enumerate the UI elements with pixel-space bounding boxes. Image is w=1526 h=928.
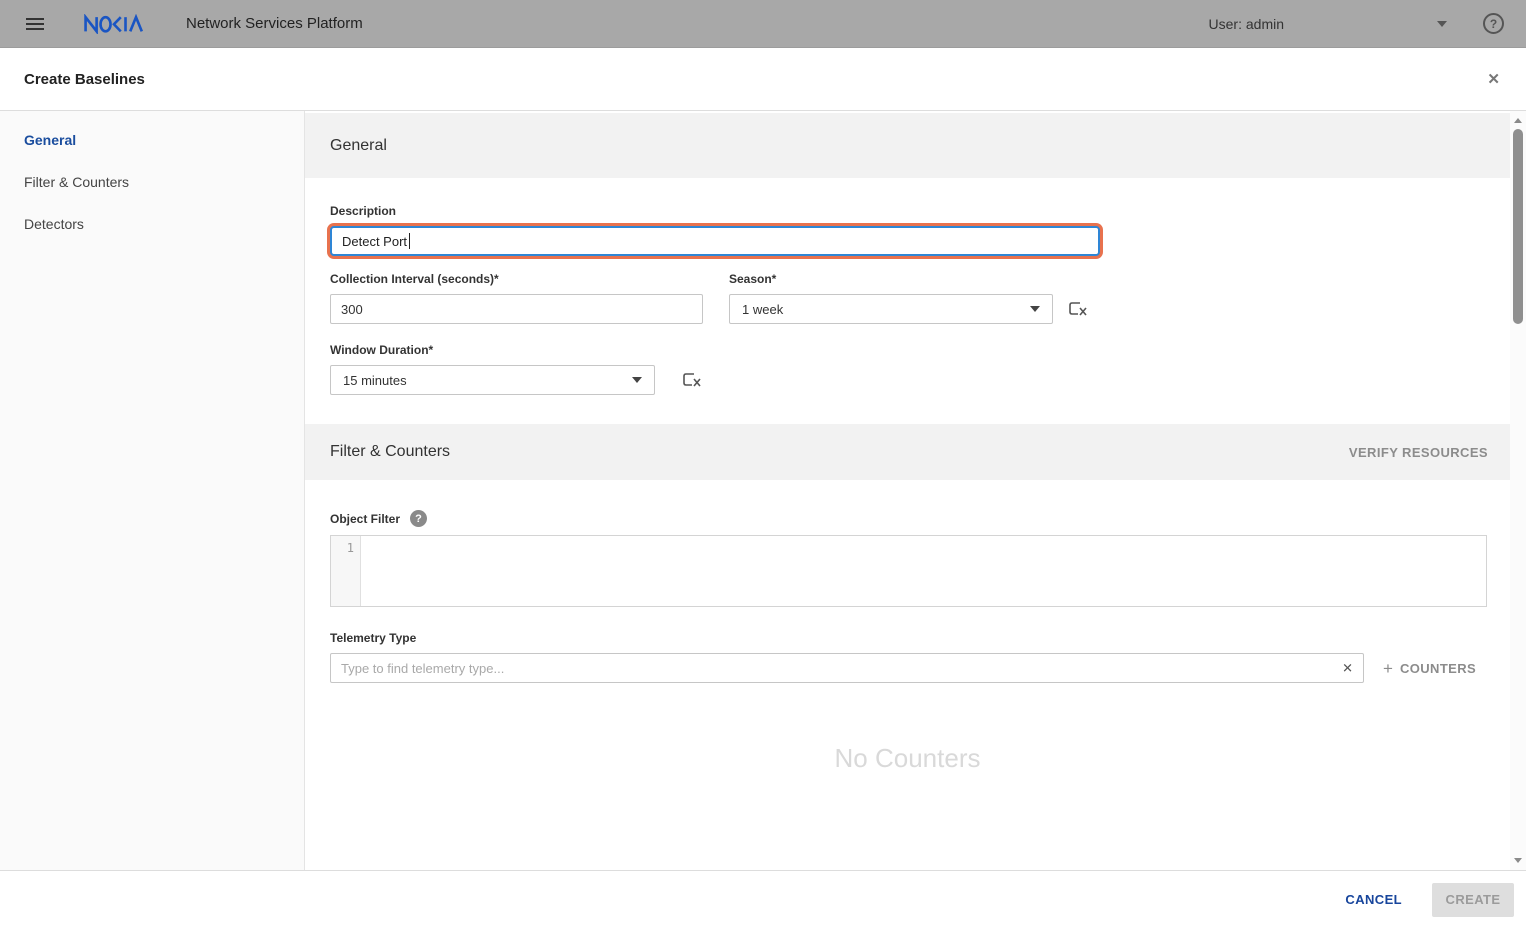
dialog-header: Create Baselines ✕ <box>0 48 1526 110</box>
chevron-down-icon <box>1030 306 1040 312</box>
dialog-sidebar: General Filter & Counters Detectors <box>0 111 305 870</box>
dialog-footer: CANCEL CREATE <box>0 870 1526 928</box>
object-filter-group: Object Filter ? 1 <box>330 510 1485 607</box>
object-filter-editor: 1 <box>330 535 1487 607</box>
dialog-content: General Description Detect Port Collecti… <box>305 111 1510 870</box>
general-section-header: General <box>305 113 1510 178</box>
window-duration-label: Window Duration* <box>330 343 1485 357</box>
clear-season-icon[interactable] <box>1067 300 1089 318</box>
top-bar: Network Services Platform User: admin ? <box>0 0 1526 48</box>
nokia-logo <box>84 14 146 34</box>
clear-telemetry-icon[interactable]: ✕ <box>1342 662 1353 675</box>
cancel-button[interactable]: CANCEL <box>1345 892 1402 907</box>
telemetry-type-label: Telemetry Type <box>330 631 1485 645</box>
hamburger-menu-icon[interactable] <box>26 15 44 33</box>
window-duration-select[interactable]: 15 minutes <box>330 365 655 395</box>
description-label: Description <box>330 204 1485 218</box>
add-counters-label: COUNTERS <box>1400 661 1476 676</box>
season-select[interactable]: 1 week <box>729 294 1053 324</box>
window-duration-value: 15 minutes <box>343 373 407 388</box>
sidebar-item-filter-counters[interactable]: Filter & Counters <box>0 161 304 203</box>
app-title: Network Services Platform <box>186 15 363 32</box>
season-group: Season* 1 week <box>729 272 1089 324</box>
chevron-down-icon <box>632 377 642 383</box>
dialog-title: Create Baselines <box>24 71 145 88</box>
filter-counters-section-header: Filter & Counters VERIFY RESOURCES <box>305 424 1510 480</box>
telemetry-type-input[interactable] <box>330 653 1364 683</box>
collection-interval-label: Collection Interval (seconds)* <box>330 272 703 286</box>
no-counters-empty-state: No Counters <box>330 743 1485 774</box>
editor-line-number: 1 <box>331 536 361 606</box>
text-caret <box>409 233 410 249</box>
create-button[interactable]: CREATE <box>1432 883 1514 917</box>
vertical-scrollbar[interactable] <box>1510 111 1526 870</box>
filter-counters-section-title: Filter & Counters <box>330 443 450 461</box>
scrollbar-thumb[interactable] <box>1513 129 1523 324</box>
add-counters-button[interactable]: + COUNTERS <box>1383 660 1476 677</box>
telemetry-type-group: Telemetry Type ✕ + COUNTERS <box>330 631 1485 683</box>
window-duration-group: Window Duration* 15 minutes <box>330 343 1485 395</box>
description-input[interactable]: Detect Port <box>330 226 1100 256</box>
object-filter-help-icon[interactable]: ? <box>410 510 427 527</box>
description-value: Detect Port <box>342 234 407 249</box>
help-icon[interactable]: ? <box>1483 13 1504 34</box>
sidebar-item-general[interactable]: General <box>0 119 304 161</box>
collection-interval-input[interactable] <box>330 294 703 324</box>
season-value: 1 week <box>742 302 783 317</box>
collection-interval-group: Collection Interval (seconds)* <box>330 272 703 324</box>
verify-resources-button[interactable]: VERIFY RESOURCES <box>1349 445 1488 460</box>
user-menu-label: User: admin <box>1209 16 1284 32</box>
scroll-up-icon[interactable] <box>1514 118 1522 123</box>
season-label: Season* <box>729 272 1089 286</box>
plus-icon: + <box>1383 660 1393 677</box>
object-filter-label: Object Filter <box>330 512 400 526</box>
general-section-title: General <box>330 137 387 155</box>
scroll-down-icon[interactable] <box>1514 858 1522 863</box>
sidebar-item-detectors[interactable]: Detectors <box>0 203 304 245</box>
close-icon[interactable]: ✕ <box>1487 70 1500 88</box>
clear-window-duration-icon[interactable] <box>681 371 703 389</box>
object-filter-editor-input[interactable] <box>361 536 1486 606</box>
user-menu-caret-icon[interactable] <box>1437 21 1447 27</box>
